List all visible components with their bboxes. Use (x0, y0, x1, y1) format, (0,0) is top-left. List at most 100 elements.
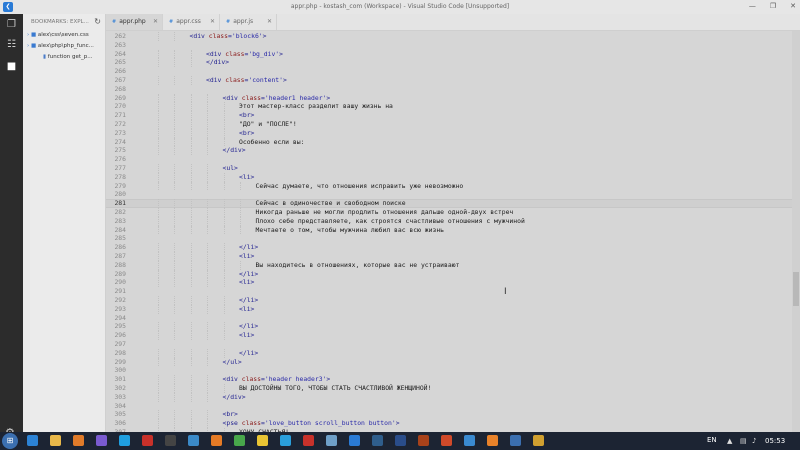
scrollbar-thumb[interactable] (793, 271, 799, 306)
app-icon[interactable] (441, 435, 452, 446)
code-line[interactable]: <ul> (223, 164, 238, 173)
indent-guide (157, 225, 159, 235)
sidebar-item[interactable]: › ■ alex\php\php_func... (23, 41, 105, 52)
sidebar-item[interactable]: › ■ alex\css\seven.css (23, 30, 105, 41)
network-icon[interactable]: ▤ (740, 437, 747, 445)
app-icon[interactable] (510, 435, 521, 446)
code-line[interactable]: Сейчас думаете, что отношения исправить … (256, 182, 464, 191)
code-line[interactable]: </li> (239, 322, 258, 331)
chrome-icon[interactable] (257, 435, 268, 446)
files-icon[interactable]: ☷ (5, 38, 18, 51)
code-line[interactable]: "ДО" и "ПОСЛЕ"! (239, 120, 297, 129)
ie-icon[interactable] (27, 435, 38, 446)
code-line[interactable]: <div class='header header3'> (223, 375, 331, 384)
close-icon[interactable]: ✕ (153, 14, 158, 30)
terminal-icon[interactable] (165, 435, 176, 446)
indent-guide (174, 243, 175, 252)
chrome-icon[interactable] (234, 435, 245, 446)
code-line[interactable]: <br> (239, 129, 254, 138)
code-line[interactable]: Мечтаете о том, чтобы мужчина любил вас … (256, 226, 445, 235)
code-line[interactable]: <li> (239, 173, 254, 182)
notepad-icon[interactable] (326, 435, 337, 446)
restore-button[interactable]: ❐ (770, 2, 776, 10)
close-button[interactable]: ✕ (790, 2, 796, 10)
indent-guide (190, 102, 192, 112)
explorer-icon[interactable]: ❐ (5, 18, 18, 31)
line-number: 296 (114, 331, 126, 340)
code-line[interactable]: <br> (223, 410, 238, 419)
code-token: <li> (239, 278, 255, 287)
code-line[interactable]: </li> (239, 270, 258, 279)
tab-appr-js[interactable]: # appr.js ✕ (220, 14, 277, 30)
vertical-scrollbar[interactable] (792, 31, 800, 432)
code-line[interactable]: </li> (239, 349, 258, 358)
language-indicator[interactable]: EN (707, 436, 717, 444)
code-area[interactable]: <div class='block6'> <div class='bg_div'>… (140, 31, 792, 432)
illustrator-icon[interactable] (418, 435, 429, 446)
code-line[interactable]: Этот мастер-класс разделит вашу жизнь на (239, 102, 393, 111)
telegram-icon[interactable] (280, 435, 291, 446)
sidebar-item[interactable]: ▮ function get_p... (23, 52, 105, 63)
close-icon[interactable]: ✕ (267, 14, 272, 30)
code-line[interactable]: Никогда раньше не могли продлить отношен… (256, 208, 514, 217)
code-line[interactable]: <li> (239, 305, 254, 314)
indent-guide (157, 304, 159, 314)
photoshop-icon[interactable] (395, 435, 406, 446)
skype-icon[interactable] (119, 435, 130, 446)
filezilla-icon[interactable] (303, 435, 314, 446)
code-line[interactable]: <div class='header1 header'> (223, 94, 331, 103)
media-player-icon[interactable] (73, 435, 84, 446)
code-line[interactable]: </li> (239, 243, 258, 252)
indent-guide (157, 120, 159, 129)
indent-guide (207, 419, 208, 428)
indent-guide (174, 181, 175, 191)
volume-icon[interactable]: ♪ (752, 437, 756, 445)
code-line[interactable]: </div> (206, 58, 229, 67)
viber-icon[interactable] (96, 435, 107, 446)
line-number: 287 (114, 252, 126, 260)
code-line[interactable]: <pse class='love_button scroll_button bu… (223, 419, 400, 428)
code-line[interactable]: </li> (239, 296, 258, 305)
tab-appr-php[interactable]: # appr.php ✕ (106, 14, 163, 30)
file-explorer-icon[interactable] (50, 435, 61, 446)
line-number: 284 (114, 225, 126, 234)
code-line[interactable]: Вы находитесь в отношениях, которые вас … (256, 261, 460, 270)
indent-guide (157, 181, 159, 191)
code-token: Вы находитесь в отношениях, которые вас … (255, 260, 460, 269)
adobe-icon[interactable] (142, 435, 153, 446)
code-line[interactable]: <div class='block6'> (190, 32, 267, 41)
code-line[interactable]: </div> (223, 146, 246, 155)
windows-start-icon[interactable]: ⊞ (2, 433, 18, 449)
code-line[interactable]: <li> (239, 278, 254, 287)
code-line[interactable]: Сейчас в одиночестве и свободном поиске (256, 199, 406, 208)
code-token: <br> (239, 111, 255, 120)
code-line[interactable]: <br> (239, 111, 254, 120)
vlc-icon[interactable] (487, 435, 498, 446)
code-line[interactable]: Особенно если вы: (239, 138, 304, 147)
code-line[interactable]: </ul> (223, 358, 242, 367)
minimize-button[interactable]: — (749, 2, 756, 10)
code-editor[interactable]: 262 263 264 265 266 267 268 269 270 271 272 273 274 2… (106, 31, 792, 432)
tab-appr-css[interactable]: # appr.css ✕ (163, 14, 220, 30)
code-line[interactable]: <li> (239, 331, 254, 340)
close-icon[interactable]: ✕ (210, 14, 215, 30)
app-icon[interactable] (464, 435, 475, 446)
code-line[interactable]: ВЫ ДОСТОЙНЫ ТОГО, ЧТОБЫ СТАТЬ СЧАСТЛИВОЙ… (239, 384, 431, 393)
tray-arrow-icon[interactable]: ▲ (727, 437, 732, 445)
code-line[interactable]: <div class='content'> (206, 76, 287, 85)
refresh-icon[interactable]: ↻ (94, 14, 101, 30)
bookmarks-icon[interactable]: ■ (5, 60, 18, 73)
app-icon[interactable] (188, 435, 199, 446)
code-line[interactable]: </div> (223, 393, 246, 402)
code-line[interactable]: <li> (239, 252, 254, 261)
indent-guide (190, 296, 192, 305)
vpn-icon[interactable] (372, 435, 383, 446)
firefox-icon[interactable] (211, 435, 222, 446)
app-icon[interactable] (533, 435, 544, 446)
clock[interactable]: 05:53 (765, 437, 785, 445)
code-line[interactable]: Плохо себе представляете, как строятся с… (256, 217, 525, 226)
line-number: 288 (114, 260, 126, 269)
code-token: </div> (222, 392, 246, 401)
vscode-icon[interactable] (349, 435, 360, 446)
code-line[interactable]: <div class='bg_div'> (206, 50, 283, 59)
